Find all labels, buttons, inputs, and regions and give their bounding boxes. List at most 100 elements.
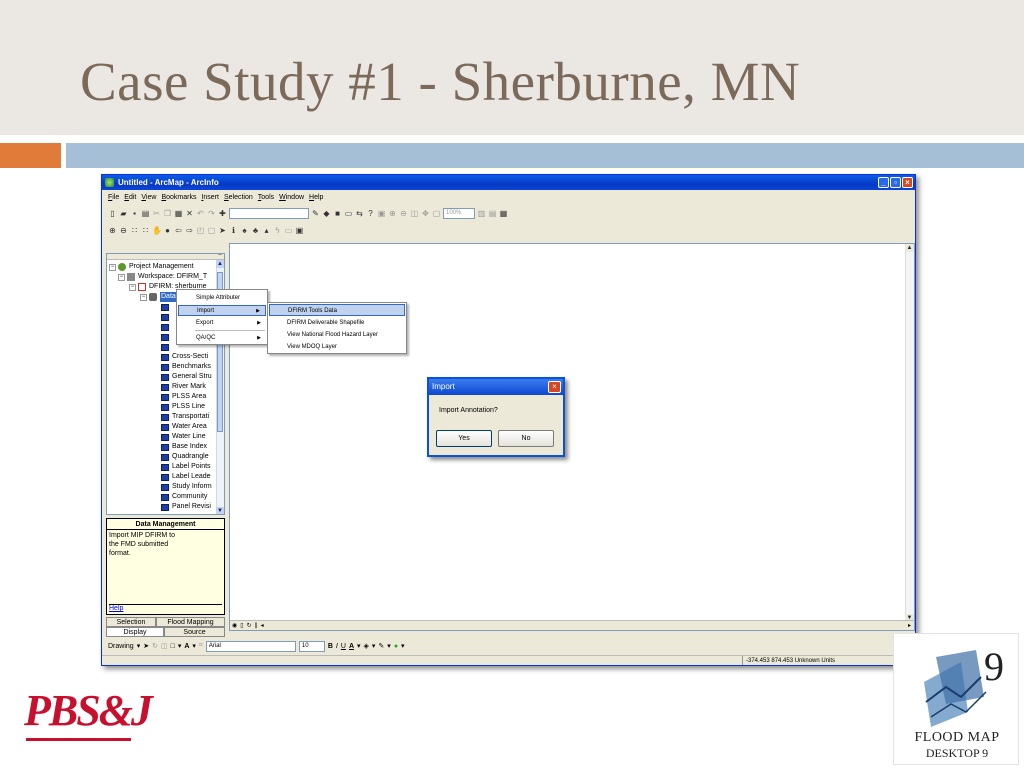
dropdown-arrow-icon[interactable]: ▾: [372, 642, 376, 650]
clear-selection-icon[interactable]: ▢: [207, 226, 216, 235]
menu-window[interactable]: Window: [279, 192, 304, 204]
refresh-icon[interactable]: ↻: [247, 622, 252, 629]
tab-flood-mapping[interactable]: Flood Mapping: [156, 617, 225, 627]
italic-button[interactable]: I: [336, 643, 338, 650]
map-scale-input[interactable]: [229, 208, 309, 219]
full-extent-globe-icon[interactable]: ●: [163, 226, 172, 235]
html-popup-icon[interactable]: ▭: [284, 226, 293, 235]
toc-item-project-management[interactable]: − Project Management: [109, 262, 194, 272]
tab-display[interactable]: Display: [106, 627, 164, 637]
submenu-item-dfirm-tools-data[interactable]: DFIRM Tools Data: [269, 304, 405, 316]
menu-item-simple-attributer[interactable]: Simple Attributer: [178, 293, 266, 304]
dropdown-arrow-icon[interactable]: ▾: [401, 642, 405, 650]
toc-layer-hidden-4[interactable]: [161, 332, 172, 342]
toc-layer[interactable]: Study Inform: [161, 482, 212, 492]
menu-help[interactable]: Help: [309, 192, 323, 204]
toc-layer[interactable]: Quadrangle: [161, 452, 209, 462]
redo-icon[interactable]: ↷: [207, 209, 216, 218]
go-to-xy-icon[interactable]: ♣: [251, 226, 260, 235]
focus-frame-icon[interactable]: ▤: [488, 209, 497, 218]
drawing-menu[interactable]: Drawing: [108, 643, 134, 650]
toc-layer-hidden-1[interactable]: [161, 302, 172, 312]
toc-layer[interactable]: Panel Revisi: [161, 502, 211, 512]
toc-layer[interactable]: PLSS Line: [161, 402, 205, 412]
scroll-up-icon[interactable]: ▲: [216, 260, 224, 268]
whats-this-icon[interactable]: ?: [366, 209, 375, 218]
scroll-right-icon[interactable]: ▸: [908, 622, 911, 629]
menu-bookmarks[interactable]: Bookmarks: [161, 192, 196, 204]
data-view-icon[interactable]: ◉: [232, 622, 237, 629]
zoom-out-icon[interactable]: ⊖: [119, 226, 128, 235]
fill-color-icon[interactable]: ◈: [364, 642, 369, 650]
time-slider-icon[interactable]: ▣: [295, 226, 304, 235]
font-color-icon[interactable]: A: [349, 643, 354, 650]
map-vertical-scrollbar[interactable]: ▲ ▼: [905, 244, 914, 622]
bold-button[interactable]: B: [328, 643, 333, 650]
dialog-close-icon[interactable]: ×: [548, 381, 561, 393]
toc-layer-hidden-2[interactable]: [161, 312, 172, 322]
save-icon[interactable]: ▪: [130, 209, 139, 218]
text-tool-icon[interactable]: A: [184, 643, 189, 650]
dropdown-arrow-icon[interactable]: ▾: [357, 642, 361, 650]
menu-view[interactable]: View: [141, 192, 156, 204]
rectangle-icon[interactable]: □: [171, 643, 175, 650]
layout-view-icon[interactable]: ▯: [240, 622, 243, 629]
edit-vertices-icon[interactable]: ⌗: [199, 642, 203, 650]
layout-page-icon[interactable]: ▣: [377, 209, 386, 218]
minimize-button[interactable]: _: [878, 177, 889, 188]
toc-layer[interactable]: Label Leade: [161, 472, 211, 482]
select-elements-icon[interactable]: ➤: [143, 642, 149, 650]
collapse-icon[interactable]: −: [129, 283, 136, 291]
collapse-icon[interactable]: −: [118, 273, 125, 281]
scroll-left-icon[interactable]: ◂: [261, 622, 264, 629]
collapse-icon[interactable]: −: [140, 293, 147, 301]
toc-layer[interactable]: PLSS Area: [161, 392, 206, 402]
toc-layer[interactable]: Transportati: [161, 412, 209, 422]
tab-source[interactable]: Source: [164, 627, 225, 637]
line-color-icon[interactable]: ✎: [378, 642, 384, 650]
underline-button[interactable]: U: [341, 643, 346, 650]
window-titlebar[interactable]: Untitled - ArcMap - ArcInfo _ ▫ ×: [102, 175, 915, 190]
change-layout-icon[interactable]: ▦: [499, 209, 508, 218]
toc-item-workspace[interactable]: − Workspace: DFIRM_T: [118, 272, 207, 282]
measure-icon[interactable]: ▴: [262, 226, 271, 235]
font-size-select[interactable]: 10: [298, 640, 325, 652]
maximize-button[interactable]: ▫: [890, 177, 901, 188]
layout-zoom-out-icon[interactable]: ⊖: [399, 209, 408, 218]
toc-layer[interactable]: Cross-Secti: [161, 352, 208, 362]
toc-layer[interactable]: Water Line: [161, 432, 206, 442]
paste-icon[interactable]: ▦: [174, 209, 183, 218]
zoom-in-icon[interactable]: ⊕: [108, 226, 117, 235]
toggle-draft-icon[interactable]: ▥: [477, 209, 486, 218]
help-link[interactable]: Help: [109, 604, 222, 612]
fixed-zoom-in-icon[interactable]: ∷: [130, 226, 139, 235]
menu-insert[interactable]: Insert: [201, 192, 219, 204]
scroll-down-icon[interactable]: ▼: [216, 507, 224, 514]
close-button[interactable]: ×: [902, 177, 913, 188]
print-icon[interactable]: ▤: [141, 209, 150, 218]
hyperlink-icon[interactable]: ϟ: [273, 226, 282, 235]
menu-tools[interactable]: Tools: [258, 192, 274, 204]
no-button[interactable]: No: [498, 430, 554, 447]
layout-fixed-zoom-icon[interactable]: ◫: [410, 209, 419, 218]
submenu-item-dfirm-deliverable-shapefile[interactable]: DFIRM Deliverable Shapefile: [269, 317, 405, 329]
arctoolbox-icon[interactable]: ■: [333, 209, 342, 218]
toc-item-data[interactable]: − Data: [140, 292, 177, 302]
delete-icon[interactable]: ✕: [185, 209, 194, 218]
cut-icon[interactable]: ✂: [152, 209, 161, 218]
fixed-zoom-out-icon[interactable]: ∷: [141, 226, 150, 235]
submenu-item-view-nfhl[interactable]: View National Flood Hazard Layer: [269, 329, 405, 341]
toc-layer[interactable]: Benchmarks: [161, 362, 211, 372]
dropdown-arrow-icon[interactable]: ▾: [137, 642, 141, 650]
select-elements-arrow-icon[interactable]: ➤: [218, 226, 227, 235]
add-data-icon[interactable]: ✚: [218, 209, 227, 218]
toc-close-icon[interactable]: ×: [218, 254, 222, 258]
editor-toolbar-icon[interactable]: ✎: [311, 209, 320, 218]
copy-icon[interactable]: ❐: [163, 209, 172, 218]
collapse-icon[interactable]: −: [109, 263, 116, 271]
menu-file[interactable]: File: [108, 192, 119, 204]
toc-layer[interactable]: General Stru: [161, 372, 212, 382]
undo-icon[interactable]: ↶: [196, 209, 205, 218]
marker-color-icon[interactable]: ●: [394, 643, 398, 650]
command-line-icon[interactable]: ▭: [344, 209, 353, 218]
